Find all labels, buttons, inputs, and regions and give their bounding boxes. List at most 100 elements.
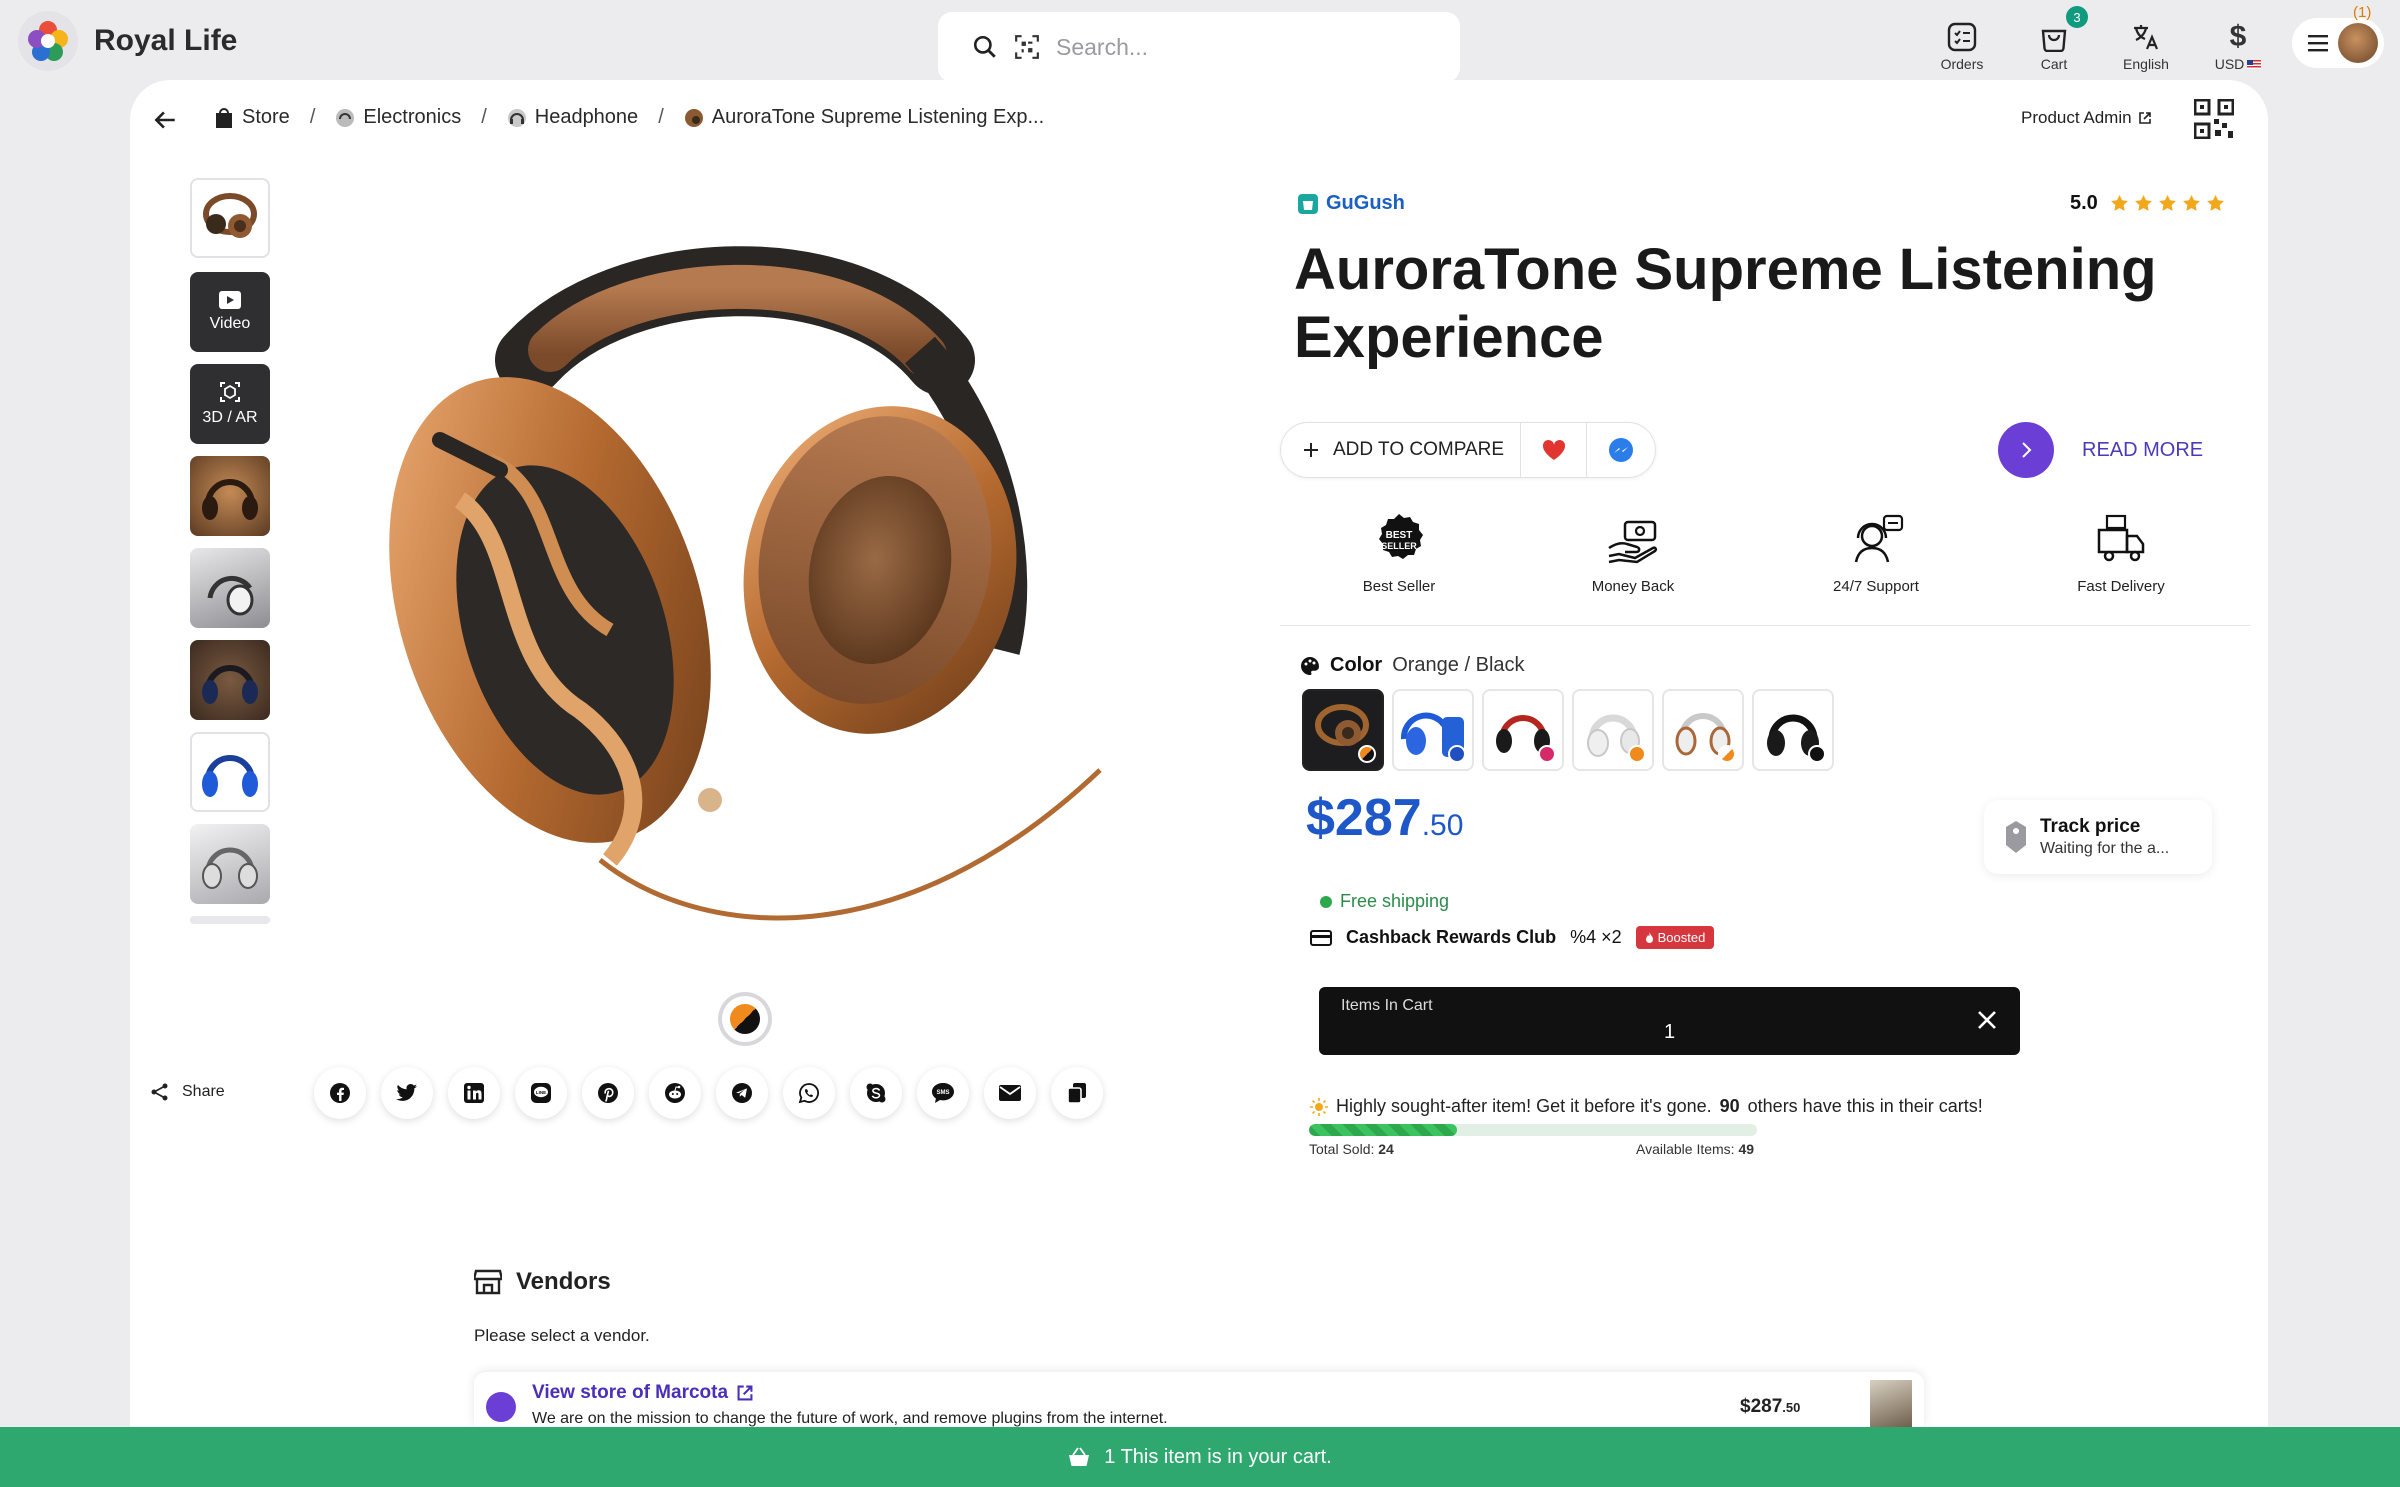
pinterest-icon xyxy=(598,1083,618,1103)
feature-fast-delivery: Fast Delivery xyxy=(2036,512,2206,595)
best-seller-badge-icon: BESTSELLER xyxy=(1379,514,1423,559)
track-price-button[interactable]: Track price Waiting for the a... xyxy=(1984,800,2212,874)
app-name[interactable]: Royal Life xyxy=(94,24,237,58)
back-arrow-icon[interactable] xyxy=(152,107,178,133)
total-sold: Total Sold: 24 xyxy=(1309,1141,1394,1157)
vendor-store-link[interactable]: View store of Marcota xyxy=(532,1382,754,1404)
currency-button[interactable]: $ USD xyxy=(2193,22,2283,72)
search-icon[interactable] xyxy=(972,34,998,60)
email-icon xyxy=(999,1085,1021,1101)
sms-icon: SMS xyxy=(932,1083,954,1103)
breadcrumb-headphone[interactable]: Headphone xyxy=(507,106,638,129)
product-rating: 5.0 xyxy=(2070,192,2225,215)
color-swatch-orange-black[interactable] xyxy=(1302,689,1384,771)
headphone-thumb-image xyxy=(203,193,257,238)
share-button[interactable]: Share xyxy=(150,1082,225,1102)
svg-text:SELLER: SELLER xyxy=(1381,541,1417,551)
headphone-thumb-image xyxy=(202,479,258,520)
share-reddit-button[interactable] xyxy=(649,1067,701,1119)
svg-text:SMS: SMS xyxy=(936,1090,949,1096)
hamburger-menu-icon xyxy=(2308,35,2328,52)
store-bag-icon xyxy=(216,107,232,128)
orange-black-swatch-icon xyxy=(730,1004,760,1034)
share-email-button[interactable] xyxy=(984,1067,1036,1119)
read-more-arrow-button[interactable] xyxy=(1998,422,2054,478)
search-input[interactable] xyxy=(1056,33,1436,61)
line-icon: LINE xyxy=(531,1083,551,1103)
app-logo[interactable] xyxy=(18,11,78,71)
available-items: Available Items: 49 xyxy=(1636,1141,1755,1157)
gallery-thumb-4[interactable] xyxy=(190,640,270,720)
share-skype-button[interactable] xyxy=(850,1067,902,1119)
linkedin-icon xyxy=(464,1083,484,1103)
breadcrumb-electronics[interactable]: Electronics xyxy=(335,106,461,129)
messenger-button[interactable] xyxy=(1587,423,1655,477)
vendor-card[interactable]: View store of Marcota We are on the miss… xyxy=(474,1372,1924,1427)
breadcrumb-store[interactable]: Store xyxy=(214,106,290,129)
headphone-thumb-image xyxy=(202,755,258,797)
price-tag-bell-icon xyxy=(2006,821,2026,853)
track-price-title: Track price xyxy=(2040,816,2141,837)
gallery-thumb-2[interactable] xyxy=(190,456,270,536)
share-whatsapp-button[interactable] xyxy=(783,1067,835,1119)
share-pinterest-button[interactable] xyxy=(582,1067,634,1119)
shopping-bag-icon xyxy=(2041,29,2067,52)
cart-button[interactable]: Cart xyxy=(2009,22,2099,72)
sun-icon xyxy=(1310,1097,1328,1116)
share-copy-link-button[interactable] xyxy=(1051,1067,1103,1119)
chevron-right-icon xyxy=(2022,442,2032,458)
items-in-cart-label: Items In Cart xyxy=(1341,997,1433,1014)
share-sms-button[interactable]: SMS xyxy=(917,1067,969,1119)
us-flag-icon xyxy=(2247,59,2262,69)
share-telegram-button[interactable] xyxy=(716,1067,768,1119)
color-swatch-white-orange[interactable] xyxy=(1572,689,1654,771)
items-in-cart-quantity[interactable]: 1 xyxy=(1319,1021,2020,1044)
read-more-link[interactable]: READ MORE xyxy=(2082,439,2203,462)
cart-status-footer[interactable]: 1 This item is in your cart. xyxy=(0,1427,2400,1487)
star-icon xyxy=(2134,194,2152,211)
orders-button[interactable]: Orders xyxy=(1917,22,2007,72)
share-line-button[interactable]: LINE xyxy=(515,1067,567,1119)
user-avatar[interactable] xyxy=(2338,23,2378,63)
color-swatch-red[interactable] xyxy=(1482,689,1564,771)
gallery-thumb-3[interactable] xyxy=(190,548,270,628)
close-icon[interactable] xyxy=(1976,1009,1998,1031)
color-swatch-white-brown[interactable] xyxy=(1662,689,1744,771)
language-button[interactable]: English xyxy=(2101,22,2191,72)
gallery-video-button[interactable]: Video xyxy=(190,272,270,352)
gallery-thumb-main[interactable] xyxy=(190,178,270,258)
copy-icon xyxy=(1067,1083,1086,1104)
headphone-category-icon xyxy=(507,108,526,127)
color-swatch-blue[interactable] xyxy=(1392,689,1474,771)
search-bar[interactable] xyxy=(938,12,1460,82)
add-to-compare-button[interactable]: ADD TO COMPARE xyxy=(1281,423,1522,477)
share-facebook-button[interactable] xyxy=(314,1067,366,1119)
orders-icon xyxy=(1947,22,1977,52)
gallery-thumb-6[interactable] xyxy=(190,824,270,904)
palette-icon xyxy=(1301,656,1319,675)
share-twitter-button[interactable] xyxy=(381,1067,433,1119)
vendor-price: $287.50 xyxy=(1740,1396,1801,1417)
price-cents: .50 xyxy=(1421,809,1464,842)
product-admin-link[interactable]: Product Admin xyxy=(2021,108,2152,128)
color-indicator[interactable] xyxy=(722,996,768,1042)
share-linkedin-button[interactable] xyxy=(448,1067,500,1119)
product-main-image[interactable] xyxy=(380,240,1140,960)
gallery-thumb-5[interactable] xyxy=(190,732,270,812)
qr-code-icon[interactable] xyxy=(2194,99,2234,139)
color-swatch-black[interactable] xyxy=(1752,689,1834,771)
price-main: $287 xyxy=(1306,789,1422,847)
scan-qr-icon[interactable] xyxy=(1014,34,1040,60)
account-menu[interactable] xyxy=(2292,18,2384,68)
feature-support: 24/7 Support xyxy=(1791,512,1961,595)
credit-card-icon xyxy=(1310,929,1332,946)
video-label: Video xyxy=(209,315,251,332)
gallery-3d-ar-button[interactable]: 3D / AR xyxy=(190,364,270,444)
logo-flower-icon xyxy=(28,21,68,61)
favorite-button[interactable] xyxy=(1521,423,1588,477)
gallery-thumb-overflow[interactable] xyxy=(190,916,270,924)
translate-icon xyxy=(2134,25,2159,50)
shop-link[interactable]: GuGush xyxy=(1298,192,1405,215)
facebook-icon xyxy=(330,1083,350,1103)
whatsapp-icon xyxy=(798,1083,819,1104)
